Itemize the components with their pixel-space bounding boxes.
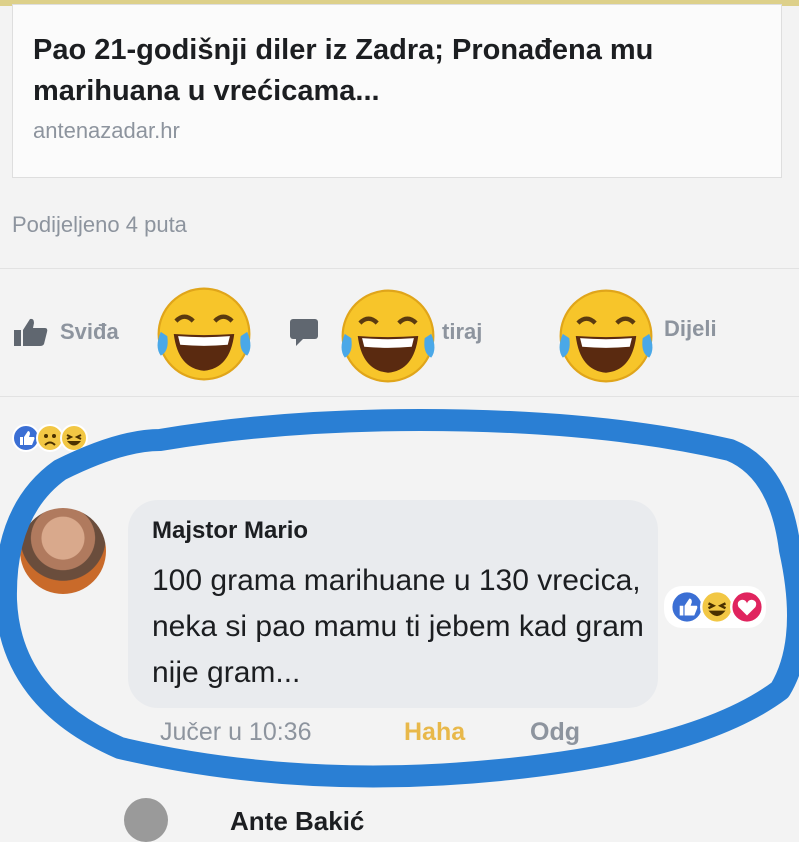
like-button[interactable]: Sviđa: [12, 316, 119, 348]
link-title[interactable]: Pao 21-godišnji diler iz Zadra; Pronađen…: [33, 30, 773, 112]
like-label: Sviđa: [60, 319, 119, 344]
laughing-emoji-2: [341, 289, 435, 383]
link-domain: antenazadar.hr: [33, 118, 180, 143]
reply-link[interactable]: Odg: [530, 718, 580, 747]
comment-label: tiraj: [442, 319, 483, 344]
like-icon: [670, 590, 704, 624]
comment-reactions[interactable]: [664, 586, 766, 628]
comment-author[interactable]: Majstor Mario: [152, 517, 308, 545]
divider: [0, 396, 799, 397]
reaction-summary[interactable]: [12, 424, 88, 452]
comment-text: 100 grama marihuane u 130 vrecica, neka …: [152, 564, 644, 689]
share-count[interactable]: Podijeljeno 4 puta: [12, 212, 187, 238]
avatar[interactable]: [124, 798, 168, 842]
haha-reaction-link[interactable]: Haha: [404, 718, 465, 747]
laughing-emoji-3: [559, 289, 653, 383]
share-button[interactable]: Dijeli: [664, 316, 717, 342]
laughing-emoji-1: [157, 287, 251, 381]
comment-time[interactable]: Jučer u 10:36: [160, 718, 312, 747]
avatar[interactable]: [20, 508, 106, 594]
haha-icon: [700, 590, 734, 624]
comment-icon: [290, 319, 318, 346]
thumbs-up-icon: [14, 318, 48, 346]
love-icon: [730, 590, 764, 624]
haha-icon: [60, 424, 88, 452]
divider: [0, 268, 799, 269]
share-label: Dijeli: [664, 316, 717, 341]
